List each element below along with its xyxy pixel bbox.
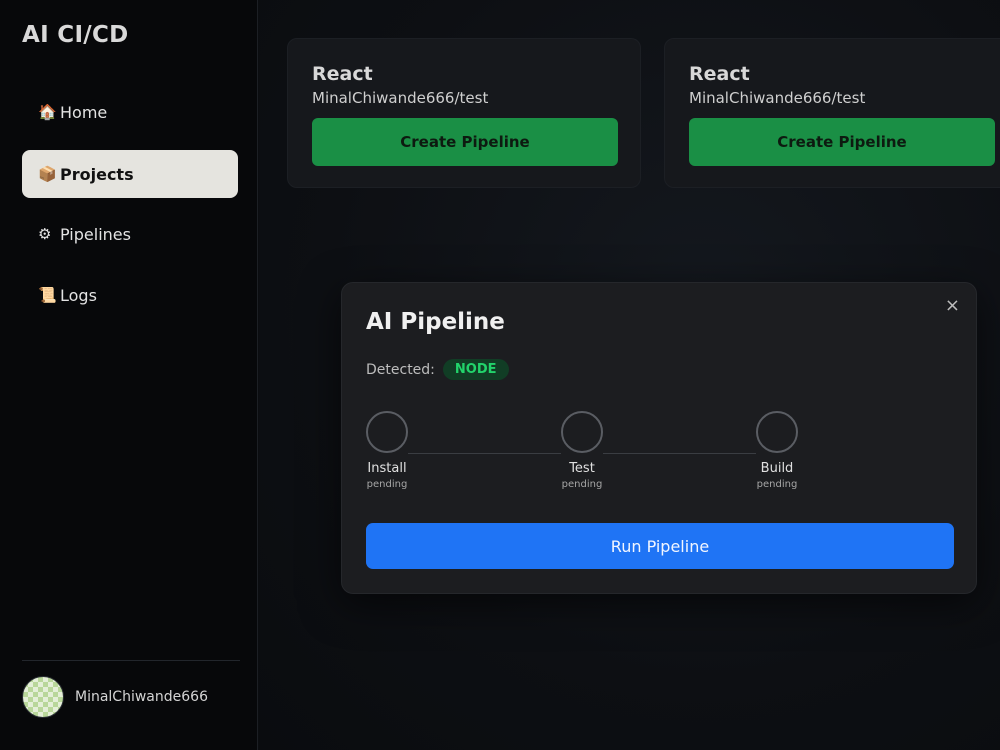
step-install: Install pending — [366, 411, 408, 490]
step-build: Build pending — [756, 411, 798, 490]
user-name: MinalChiwande666 — [75, 689, 208, 705]
sidebar-item-label: Projects — [60, 164, 134, 184]
app-window: AI CI/CD 🏠 Home 📦 Projects ⚙ Pipelines 📜… — [0, 0, 1000, 750]
step-status: pending — [366, 479, 408, 490]
step-test: Test pending — [561, 411, 603, 490]
step-circle — [366, 411, 408, 453]
sidebar-item-label: Logs — [60, 285, 97, 305]
gear-icon: ⚙ — [38, 225, 52, 243]
status-badge: NODE — [442, 359, 509, 380]
step-connector — [408, 453, 561, 454]
step-label: Test — [569, 461, 595, 476]
create-pipeline-button[interactable]: Create Pipeline — [312, 118, 618, 166]
step-circle — [561, 411, 603, 453]
step-connector — [603, 453, 756, 454]
project-repo: MinalChiwande666/test — [689, 89, 866, 107]
modal-title: AI Pipeline — [366, 309, 505, 335]
package-icon: 📦 — [38, 165, 57, 183]
main-content: React MinalChiwande666/test Create Pipel… — [259, 0, 1000, 750]
close-icon[interactable]: × — [945, 295, 960, 316]
user-profile[interactable]: MinalChiwande666 — [22, 676, 208, 718]
sidebar-item-label: Pipelines — [60, 224, 131, 244]
brand-title: AI CI/CD — [22, 22, 129, 48]
scroll-icon: 📜 — [38, 286, 57, 304]
project-card: React MinalChiwande666/test Create Pipel… — [287, 38, 641, 188]
ai-pipeline-modal: × AI Pipeline Detected: NODE Install pen… — [341, 282, 977, 594]
detected-label: Detected: — [366, 361, 435, 378]
project-name: React — [312, 63, 373, 85]
sidebar-divider — [22, 660, 240, 661]
sidebar-item-home[interactable]: 🏠 Home — [22, 88, 238, 136]
project-repo: MinalChiwande666/test — [312, 89, 489, 107]
home-icon: 🏠 — [38, 103, 57, 121]
sidebar-item-pipelines[interactable]: ⚙ Pipelines — [22, 210, 238, 258]
step-status: pending — [561, 479, 603, 490]
project-name: React — [689, 63, 750, 85]
create-pipeline-button[interactable]: Create Pipeline — [689, 118, 995, 166]
step-label: Install — [367, 461, 407, 476]
step-status: pending — [756, 479, 798, 490]
avatar[interactable] — [22, 676, 64, 718]
run-pipeline-button[interactable]: Run Pipeline — [366, 523, 954, 569]
detected-row: Detected: NODE — [366, 359, 509, 380]
sidebar-item-label: Home — [60, 102, 108, 122]
step-circle — [756, 411, 798, 453]
project-card: React MinalChiwande666/test Create Pipel… — [664, 38, 1000, 188]
sidebar-item-logs[interactable]: 📜 Logs — [22, 271, 238, 319]
sidebar: AI CI/CD 🏠 Home 📦 Projects ⚙ Pipelines 📜… — [0, 0, 258, 750]
pipeline-stepper: Install pending Test pending Build pendi… — [366, 411, 954, 501]
step-label: Build — [760, 461, 794, 476]
sidebar-item-projects[interactable]: 📦 Projects — [22, 150, 238, 198]
